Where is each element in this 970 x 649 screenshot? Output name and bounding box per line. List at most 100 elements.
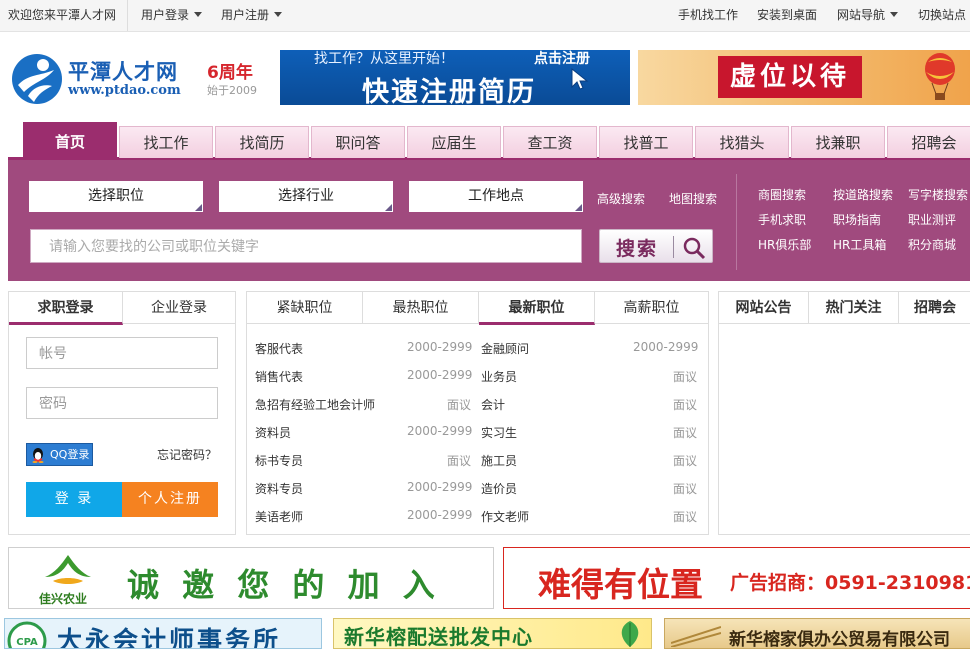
site-nav-label: 网站导航 — [837, 8, 886, 22]
jiaxing-ad-text: 诚 邀 您 的 加 入 — [127, 566, 441, 604]
job-title-link[interactable]: 标书专员 — [255, 452, 303, 469]
tab-hot-jobs[interactable]: 最热职位 — [363, 292, 479, 324]
since-label: 始于2009 — [207, 84, 257, 97]
search-icon — [683, 237, 706, 260]
keyword-search-input[interactable]: 请输入您要找的公司或职位关键字 — [30, 229, 582, 263]
xinhuarong-distribution-text: 新华榕配送批发中心 — [344, 625, 533, 649]
job-title-link[interactable]: 销售代表 — [255, 368, 303, 385]
user-login-menu[interactable]: 用户登录 — [141, 0, 203, 31]
divider — [736, 174, 737, 270]
job-salary: 2000-2999 — [407, 340, 473, 354]
nav-tab-home[interactable]: 首页 — [23, 122, 117, 158]
xinhuarong-distribution-ad[interactable]: 新华榕配送批发中心 — [333, 618, 652, 649]
main-nav: 首页 找工作 找简历 职问答 应届生 查工资 找普工 找猎头 找兼职 招聘会 — [8, 122, 970, 160]
job-title-link[interactable]: 作文老师 — [481, 508, 529, 525]
quick-link-office-building[interactable]: 写字楼搜索 — [908, 186, 968, 203]
divider — [673, 236, 674, 258]
banner-tagline: 找工作？从这里开始！ — [314, 51, 454, 67]
nav-tab-job-fair[interactable]: 招聘会 — [887, 126, 970, 158]
svg-text:CPA: CPA — [16, 637, 38, 648]
login-button[interactable]: 登 录 — [26, 482, 122, 517]
nav-tab-qa[interactable]: 职问答 — [311, 126, 405, 158]
search-button-label: 搜索 — [616, 238, 659, 260]
nav-tab-part-time[interactable]: 找兼职 — [791, 126, 885, 158]
dropdown-corner-icon — [385, 204, 392, 211]
job-title-link[interactable]: 金融顾问 — [481, 340, 529, 357]
tab-latest-jobs[interactable]: 最新职位 — [479, 292, 595, 325]
qq-login-button[interactable]: QQ登录 — [26, 443, 93, 466]
nav-tab-workers[interactable]: 找普工 — [599, 126, 693, 158]
xinhuarong-furniture-ad[interactable]: 新华榕家俱办公贸易有限公司 — [664, 618, 970, 649]
map-search-link[interactable]: 地图搜索 — [669, 190, 717, 207]
job-salary: 面议 — [672, 426, 697, 440]
nav-tab-graduates[interactable]: 应届生 — [407, 126, 501, 158]
job-salary: 面议 — [446, 454, 471, 468]
job-title-link[interactable]: 实习生 — [481, 424, 517, 441]
select-location-dropdown[interactable]: 工作地点 — [409, 181, 583, 212]
nav-tab-headhunter[interactable]: 找猎头 — [695, 126, 789, 158]
user-register-label: 用户注册 — [221, 8, 270, 22]
job-title-link[interactable]: 美语老师 — [255, 508, 303, 525]
dayong-accounting-ad[interactable]: CPA 大永会计师事务所 — [4, 618, 322, 649]
account-input[interactable]: 帐号 — [26, 337, 218, 369]
job-title-link[interactable]: 客服代表 — [255, 340, 303, 357]
job-title-link[interactable]: 急招有经验工地会计师 — [255, 396, 375, 413]
job-salary: 2000-2999 — [407, 508, 473, 522]
search-button[interactable]: 搜索 — [599, 229, 713, 263]
tab-seeker-login[interactable]: 求职登录 — [9, 292, 123, 325]
job-title-link[interactable]: 造价员 — [481, 480, 517, 497]
job-title-link[interactable]: 资料专员 — [255, 480, 303, 497]
select-location-label: 工作地点 — [468, 188, 524, 204]
dayong-ad-text: 大永会计师事务所 — [57, 626, 282, 649]
jiaxing-brand: 佳兴农业 — [39, 592, 88, 606]
select-job-dropdown[interactable]: 选择职位 — [29, 181, 203, 212]
switch-site-link[interactable]: 切换站点 — [918, 0, 966, 31]
quick-link-hr-club[interactable]: HR俱乐部 — [758, 236, 811, 253]
job-salary: 2000-2999 — [407, 480, 473, 494]
quick-link-career-guide[interactable]: 职场指南 — [833, 211, 881, 228]
tab-site-notice[interactable]: 网站公告 — [719, 292, 809, 324]
select-industry-dropdown[interactable]: 选择行业 — [219, 181, 393, 212]
quick-link-mobile-job[interactable]: 手机求职 — [758, 211, 806, 228]
tab-urgent-jobs[interactable]: 紧缺职位 — [247, 292, 363, 324]
tab-hot-topics[interactable]: 热门关注 — [809, 292, 899, 324]
welcome-text: 欢迎您来平潭人才网 — [8, 8, 117, 22]
install-desktop-link[interactable]: 安装到桌面 — [757, 0, 817, 31]
jobs-tabs: 紧缺职位 最热职位 最新职位 高薪职位 — [247, 292, 708, 325]
quick-link-career-test[interactable]: 职业测评 — [908, 211, 956, 228]
job-title-link[interactable]: 业务员 — [481, 368, 517, 385]
nav-tab-salary[interactable]: 查工资 — [503, 126, 597, 158]
job-title-link[interactable]: 会计 — [481, 396, 505, 413]
jiaxing-ad[interactable]: 佳兴农业 诚 邀 您 的 加 入 — [8, 547, 494, 609]
tab-high-salary-jobs[interactable]: 高薪职位 — [595, 292, 708, 324]
cpa-badge-icon: CPA — [7, 621, 47, 648]
forgot-password-link[interactable]: 忘记密码？ — [157, 446, 217, 463]
qq-login-label: QQ登录 — [50, 448, 90, 461]
job-salary: 面议 — [672, 510, 697, 524]
job-title-link[interactable]: 资料员 — [255, 424, 291, 441]
quick-link-hr-toolbox[interactable]: HR工具箱 — [833, 236, 886, 253]
login-tabs: 求职登录 企业登录 — [9, 292, 235, 325]
job-salary: 2000-2999 — [633, 340, 699, 354]
tab-company-login[interactable]: 企业登录 — [123, 292, 235, 324]
mobile-job-link[interactable]: 手机找工作 — [678, 0, 738, 31]
vacancy-ad-banner[interactable]: 虚位以待 — [638, 50, 970, 105]
quick-link-business-area[interactable]: 商圈搜索 — [758, 186, 806, 203]
advanced-search-link[interactable]: 高级搜索 — [597, 190, 645, 207]
chevron-down-icon — [194, 12, 203, 17]
site-nav-menu[interactable]: 网站导航 — [837, 0, 899, 31]
job-title-link[interactable]: 施工员 — [481, 452, 517, 469]
job-salary: 2000-2999 — [407, 368, 473, 382]
nav-tab-find-resume[interactable]: 找简历 — [215, 126, 309, 158]
password-input[interactable]: 密码 — [26, 387, 218, 419]
quick-link-by-road[interactable]: 按道路搜索 — [833, 186, 893, 203]
nav-tab-find-job[interactable]: 找工作 — [119, 126, 213, 158]
register-resume-banner[interactable]: 找工作？从这里开始！ 点击注册 快速注册简历 — [280, 50, 630, 105]
user-register-menu[interactable]: 用户注册 — [221, 0, 283, 31]
tab-job-fair[interactable]: 招聘会 — [899, 292, 970, 324]
register-button[interactable]: 个人注册 — [122, 482, 218, 517]
site-logo[interactable]: 平潭人才网 www.ptdao.com 6周年 始于2009 — [10, 52, 270, 108]
quick-link-points-mall[interactable]: 积分商城 — [908, 236, 956, 253]
ad-space-banner[interactable]: 难得有位置 广告招商：0591-23109810 — [503, 547, 970, 609]
dropdown-corner-icon — [195, 204, 202, 211]
